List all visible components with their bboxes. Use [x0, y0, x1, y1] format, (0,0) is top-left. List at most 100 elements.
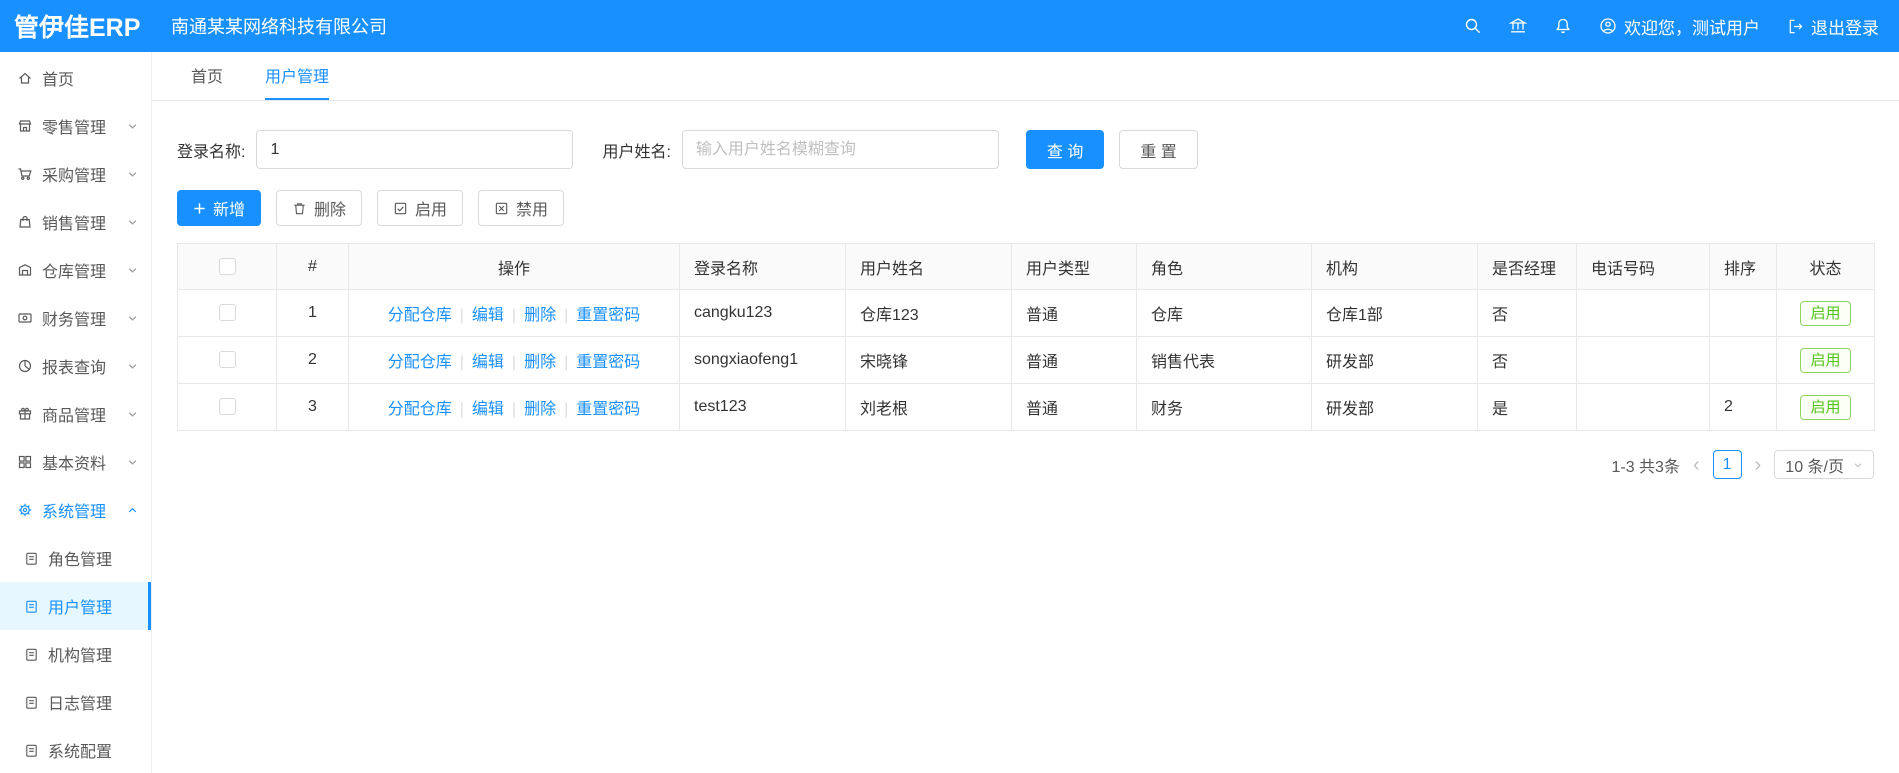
login-name-label: 登录名称: [177, 143, 246, 161]
delete-button[interactable]: 删除 [276, 190, 363, 226]
op-reset-password-link[interactable]: 重置密码 [576, 354, 640, 371]
op-assign-warehouse-link[interactable]: 分配仓库 [388, 354, 452, 371]
op-edit-link[interactable]: 编辑 [472, 401, 504, 418]
bag-icon [17, 214, 33, 230]
page-content: 登录名称: 用户姓名: 查 询 重 置 新增 删除 启用 [152, 101, 1899, 773]
gear-icon [17, 502, 33, 518]
enable-button-label: 启用 [415, 202, 448, 219]
sidebar-item-label: 用户管理 [48, 600, 113, 617]
sidebar-item-basic-data[interactable]: 基本资料 [0, 438, 151, 486]
next-page-button[interactable]: › [1752, 455, 1765, 475]
sidebar-item-warehouse[interactable]: 仓库管理 [0, 246, 151, 294]
op-delete-link[interactable]: 删除 [524, 401, 556, 418]
bell-icon[interactable] [1554, 17, 1572, 35]
op-delete-link[interactable]: 删除 [524, 354, 556, 371]
col-user-type: 用户类型 [1011, 243, 1137, 290]
pagination-total: 1-3 共3条 [1611, 458, 1680, 476]
sidebar-item-label: 首页 [42, 72, 75, 89]
welcome-text: 欢迎您，测试用户 [1624, 18, 1760, 38]
tab-home[interactable]: 首页 [191, 52, 223, 100]
prev-page-button[interactable]: ‹ [1690, 455, 1703, 475]
enable-button[interactable]: 启用 [377, 190, 464, 226]
op-edit-link[interactable]: 编辑 [472, 307, 504, 324]
chevron-down-icon [127, 313, 138, 324]
op-reset-password-link[interactable]: 重置密码 [576, 401, 640, 418]
ops-cell: 分配仓库 | 编辑 | 删除 | 重置密码 [348, 289, 680, 337]
file-icon [24, 743, 39, 758]
sidebar-item-label: 财务管理 [42, 312, 107, 329]
row-checkbox[interactable] [218, 351, 236, 369]
sidebar-item-label: 采购管理 [42, 168, 107, 185]
row-checkbox[interactable] [218, 398, 236, 416]
sidebar-item-reports[interactable]: 报表查询 [0, 342, 151, 390]
user-circle-icon [1599, 17, 1617, 35]
pagination: 1-3 共3条 ‹ 1 › 10 条/页 [177, 450, 1874, 479]
op-separator: | [459, 401, 464, 418]
sidebar-item-purchase[interactable]: 采购管理 [0, 150, 151, 198]
page-size-select[interactable]: 10 条/页 [1774, 450, 1874, 479]
op-delete-link[interactable]: 删除 [524, 307, 556, 324]
col-sort: 排序 [1709, 243, 1777, 290]
index-cell: 3 [276, 383, 349, 431]
col-user-name: 用户姓名 [845, 243, 1012, 290]
main-area: 首页 用户管理 登录名称: 用户姓名: 查 询 重 置 新增 [152, 52, 1899, 773]
col-login-name: 登录名称 [679, 243, 846, 290]
op-separator: | [511, 307, 517, 324]
user-name-input[interactable] [681, 130, 999, 169]
login-name-cell: cangku123 [679, 289, 846, 337]
welcome-user[interactable]: 欢迎您，测试用户 [1599, 14, 1760, 39]
reset-button[interactable]: 重 置 [1119, 130, 1198, 169]
sidebar-item-org-management[interactable]: 机构管理 [0, 630, 151, 678]
org-cell: 研发部 [1311, 336, 1478, 384]
role-cell: 财务 [1136, 383, 1312, 431]
col-phone: 电话号码 [1576, 243, 1710, 290]
op-separator: | [459, 354, 464, 371]
file-icon [24, 695, 39, 710]
select-all-checkbox[interactable] [218, 257, 236, 275]
sidebar-item-label: 报表查询 [42, 360, 107, 377]
sidebar-item-finance[interactable]: 财务管理 [0, 294, 151, 342]
sidebar-item-log-management[interactable]: 日志管理 [0, 678, 151, 726]
search-icon[interactable] [1464, 17, 1482, 35]
sidebar-item-home[interactable]: 首页 [0, 54, 151, 102]
op-separator: | [511, 354, 517, 371]
op-assign-warehouse-link[interactable]: 分配仓库 [388, 307, 452, 324]
chevron-down-icon [127, 361, 138, 372]
col-role: 角色 [1136, 243, 1312, 290]
sidebar-item-system[interactable]: 系统管理 [0, 486, 151, 534]
op-assign-warehouse-link[interactable]: 分配仓库 [388, 401, 452, 418]
sidebar-item-goods[interactable]: 商品管理 [0, 390, 151, 438]
sidebar-item-label: 系统管理 [42, 504, 107, 521]
sidebar-item-user-management[interactable]: 用户管理 [0, 582, 151, 630]
logout-text: 退出登录 [1811, 18, 1879, 38]
disable-button[interactable]: 禁用 [478, 190, 565, 226]
chevron-up-icon [127, 505, 138, 516]
sidebar-item-role-management[interactable]: 角色管理 [0, 534, 151, 582]
bank-icon[interactable] [1509, 17, 1527, 35]
sidebar-item-label: 基本资料 [42, 456, 107, 473]
logout-button[interactable]: 退出登录 [1787, 14, 1879, 39]
cart-icon [17, 166, 33, 182]
sidebar-item-label: 零售管理 [42, 120, 107, 137]
sort-cell [1709, 289, 1777, 337]
phone-cell [1576, 336, 1710, 384]
x-square-icon [494, 201, 509, 216]
sidebar-item-retail[interactable]: 零售管理 [0, 102, 151, 150]
op-edit-link[interactable]: 编辑 [472, 354, 504, 371]
add-button[interactable]: 新增 [177, 190, 262, 226]
login-name-input[interactable] [256, 130, 574, 169]
tab-user-management[interactable]: 用户管理 [265, 52, 330, 100]
file-icon [24, 647, 39, 662]
login-name-cell: songxiaofeng1 [679, 336, 846, 384]
sidebar-item-sales[interactable]: 销售管理 [0, 198, 151, 246]
money-icon [17, 310, 33, 326]
sidebar-item-system-config[interactable]: 系统配置 [0, 726, 151, 773]
app-logo[interactable]: 管伊佳ERP [0, 8, 152, 44]
row-checkbox[interactable] [218, 304, 236, 322]
sidebar-item-label: 仓库管理 [42, 264, 107, 281]
query-button[interactable]: 查 询 [1025, 130, 1105, 169]
user-type-cell: 普通 [1011, 336, 1137, 384]
page-number-button[interactable]: 1 [1712, 450, 1742, 479]
op-reset-password-link[interactable]: 重置密码 [576, 307, 640, 324]
trash-icon [292, 201, 307, 216]
